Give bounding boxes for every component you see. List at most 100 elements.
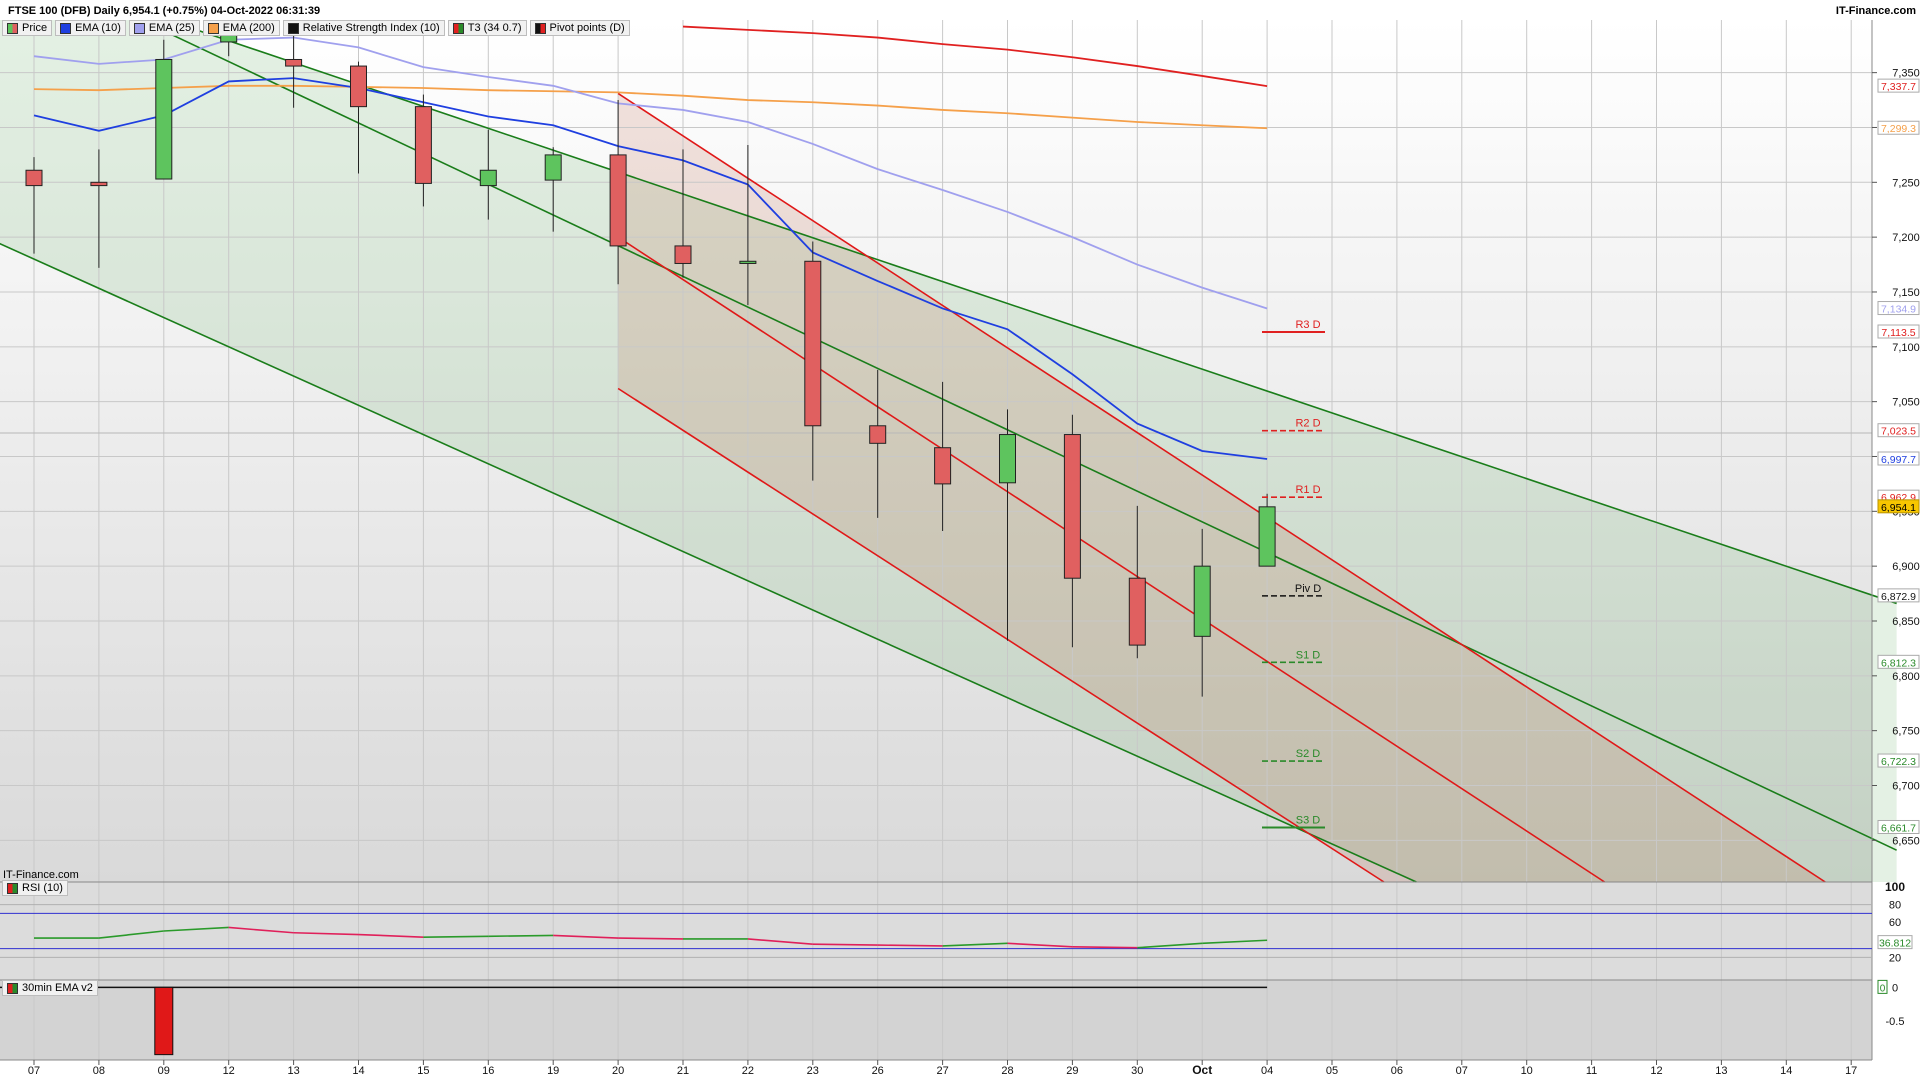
candle-body bbox=[934, 447, 952, 485]
legend-label: T3 (34 0.7) bbox=[467, 22, 522, 34]
price-tick-label: 7,100 bbox=[1892, 342, 1920, 354]
legend: Price EMA (10) EMA (25) EMA (200) Relative S… bbox=[2, 20, 630, 36]
price-tick-label: 7,050 bbox=[1892, 397, 1920, 409]
rsi-line bbox=[618, 937, 684, 940]
date-tick-label: 20 bbox=[612, 1065, 624, 1077]
date-tick-label: 28 bbox=[1001, 1065, 1013, 1077]
legend-label: EMA (200) bbox=[222, 22, 275, 34]
rsi-pane-label: RSI (10) bbox=[2, 880, 68, 896]
rsi-line bbox=[1072, 946, 1138, 949]
rsi-tick-label: 60 bbox=[1889, 917, 1901, 929]
price-tick-label: 7,350 bbox=[1892, 68, 1920, 80]
date-tick-label: 23 bbox=[807, 1065, 819, 1077]
rsi-label: RSI (10) bbox=[22, 882, 63, 894]
date-tick-label: 22 bbox=[742, 1065, 754, 1077]
rsi-tick-label: 100 bbox=[1885, 880, 1905, 894]
legend-item[interactable]: T3 (34 0.7) bbox=[447, 20, 527, 36]
pivot-label: R1 D bbox=[1295, 484, 1320, 496]
legend-swatch bbox=[60, 22, 72, 34]
rsi-line bbox=[488, 934, 554, 938]
pivot-label: S1 D bbox=[1296, 649, 1321, 661]
legend-item[interactable]: Price bbox=[2, 20, 53, 36]
legend-item[interactable]: Relative Strength Index (10) bbox=[282, 20, 445, 36]
candle-body bbox=[739, 260, 757, 264]
date-tick-label: 07 bbox=[1456, 1065, 1468, 1077]
date-tick-label: 15 bbox=[417, 1065, 429, 1077]
price-label-text: 6,661.7 bbox=[1881, 822, 1916, 834]
ema30-tick-label: -0.5 bbox=[1886, 1016, 1905, 1028]
chart-header: FTSE 100 (DFB) Daily 6,954.1 (+0.75%) 04… bbox=[0, 0, 1920, 20]
candle-body bbox=[350, 65, 367, 108]
date-tick-label: 21 bbox=[677, 1065, 689, 1077]
date-tick-label: 27 bbox=[936, 1065, 948, 1077]
candle-body bbox=[544, 154, 562, 181]
rsi-tick-label: 80 bbox=[1889, 900, 1901, 912]
price-label-text: 7,113.5 bbox=[1881, 327, 1915, 339]
candle-body bbox=[609, 154, 627, 247]
ema30-label: 30min EMA v2 bbox=[22, 982, 93, 994]
price-label-text: 7,299.3 bbox=[1881, 123, 1916, 135]
pivot-label: Piv D bbox=[1295, 583, 1321, 595]
legend-swatch bbox=[287, 22, 299, 34]
legend-item[interactable]: EMA (200) bbox=[202, 20, 280, 36]
candle-body bbox=[155, 58, 173, 180]
candle-body bbox=[90, 181, 108, 187]
legend-swatch bbox=[133, 22, 145, 34]
price-label-text: 6,954.1 bbox=[1881, 502, 1916, 514]
legend-item[interactable]: Pivot points (D) bbox=[529, 20, 630, 36]
candle-body bbox=[869, 425, 887, 444]
legend-label: EMA (25) bbox=[148, 22, 195, 34]
legend-item[interactable]: EMA (25) bbox=[128, 20, 200, 36]
candle-body bbox=[999, 434, 1016, 484]
price-label-box: 6,997.7 bbox=[1877, 451, 1920, 466]
candle-body bbox=[1063, 434, 1081, 579]
date-tick-label: 04 bbox=[1261, 1065, 1273, 1077]
date-tick-label: 13 bbox=[1715, 1065, 1727, 1077]
price-label-text: 6,872.9 bbox=[1881, 591, 1916, 603]
date-tick-label: 11 bbox=[1586, 1065, 1597, 1077]
brand-label: IT-Finance.com bbox=[1835, 5, 1916, 17]
ema30-bar bbox=[154, 986, 174, 1056]
chart-svg: R3 DR2 DR1 DPiv DS1 DS2 DS3 D7,3507,3007… bbox=[0, 0, 1920, 1080]
price-label-box: 6,872.9 bbox=[1877, 588, 1920, 603]
ema30-pane-label: 30min EMA v2 bbox=[2, 980, 98, 996]
legend-swatch bbox=[7, 22, 18, 34]
date-tick-label: 06 bbox=[1391, 1065, 1403, 1077]
legend-swatch bbox=[207, 22, 219, 34]
price-label-box: 7,299.3 bbox=[1877, 120, 1920, 135]
price-tick-label: 6,800 bbox=[1892, 671, 1920, 683]
legend-label: EMA (10) bbox=[75, 22, 121, 34]
legend-item[interactable]: EMA (10) bbox=[55, 20, 126, 36]
legend-label: Price bbox=[22, 22, 48, 34]
price-label-box: 6,722.3 bbox=[1877, 753, 1920, 768]
legend-label: Pivot points (D) bbox=[549, 22, 625, 34]
date-tick-label: 14 bbox=[1780, 1065, 1792, 1077]
price-label-box: 7,023.5 bbox=[1877, 423, 1920, 438]
date-tick-label: 10 bbox=[1521, 1065, 1533, 1077]
rsi-line bbox=[423, 935, 489, 938]
date-tick-label: 12 bbox=[1650, 1065, 1662, 1077]
rsi-line bbox=[812, 943, 878, 946]
price-label-text: 7,134.9 bbox=[1881, 304, 1916, 316]
price-label-box: 6,812.3 bbox=[1877, 654, 1920, 669]
date-tick-label: 29 bbox=[1066, 1065, 1078, 1077]
date-tick-label: 12 bbox=[223, 1065, 235, 1077]
date-tick-label: 09 bbox=[158, 1065, 170, 1077]
rsi-color-swatch bbox=[7, 882, 18, 894]
date-tick-label: 16 bbox=[482, 1065, 494, 1077]
ema30-last-label: 0 bbox=[1880, 983, 1886, 994]
price-label-text: 6,997.7 bbox=[1881, 454, 1916, 466]
price-label-text: 7,337.7 bbox=[1881, 81, 1916, 93]
price-label-box: 7,113.5 bbox=[1877, 324, 1920, 339]
price-tick-label: 6,750 bbox=[1892, 726, 1920, 738]
date-tick-label: 08 bbox=[93, 1065, 105, 1077]
price-tick-label: 7,250 bbox=[1892, 177, 1920, 189]
date-tick-label: 05 bbox=[1326, 1065, 1338, 1077]
candle-body bbox=[1128, 577, 1146, 646]
legend-label: Relative Strength Index (10) bbox=[302, 22, 440, 34]
date-tick-label: 13 bbox=[287, 1065, 299, 1077]
date-tick-label: 17 bbox=[1845, 1065, 1857, 1077]
date-tick-label: 26 bbox=[872, 1065, 884, 1077]
chart-title: FTSE 100 (DFB) Daily 6,954.1 (+0.75%) 04… bbox=[8, 5, 321, 17]
candle-body bbox=[285, 58, 303, 67]
